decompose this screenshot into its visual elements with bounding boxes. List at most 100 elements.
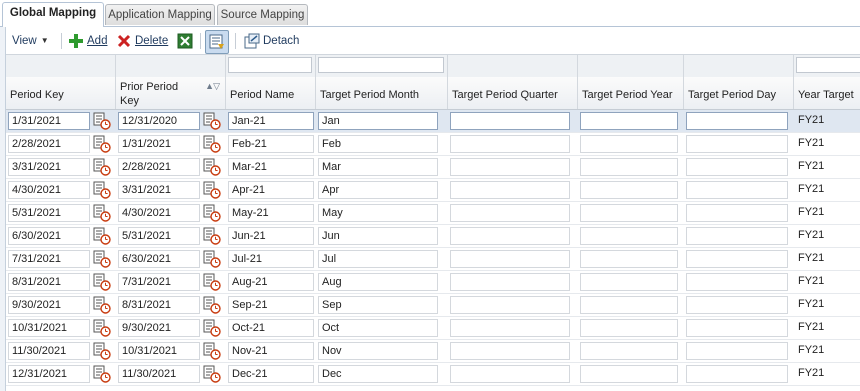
date-picker-icon[interactable] [203,135,221,153]
table-row[interactable]: 1/31/2021 12/31/2020 Jan-21 Jan FY21 [6,110,860,133]
target-quarter-field[interactable] [450,227,570,245]
query-by-example-toggle[interactable] [205,30,229,54]
date-picker-icon[interactable] [93,204,111,222]
prior-period-key-field[interactable]: 3/31/2021 [118,181,200,199]
target-month-field[interactable]: Nov [318,342,438,360]
date-picker-icon[interactable] [93,319,111,337]
target-month-field[interactable]: Mar [318,158,438,176]
table-row[interactable]: 2/28/2021 1/31/2021 Feb-21 Feb FY21 [6,133,860,156]
table-row[interactable]: 12/31/2021 11/30/2021 Dec-21 Dec FY21 [6,363,860,386]
delete-button[interactable]: Delete [116,29,168,53]
target-quarter-field[interactable] [450,158,570,176]
date-picker-icon[interactable] [203,204,221,222]
date-picker-icon[interactable] [203,342,221,360]
target-month-field[interactable]: Sep [318,296,438,314]
target-day-field[interactable] [686,296,788,314]
period-key-field[interactable]: 6/30/2021 [8,227,90,245]
target-quarter-field[interactable] [450,135,570,153]
prior-period-key-field[interactable]: 1/31/2021 [118,135,200,153]
target-quarter-field[interactable] [450,250,570,268]
prior-period-key-field[interactable]: 5/31/2021 [118,227,200,245]
date-picker-icon[interactable] [203,319,221,337]
target-day-field[interactable] [686,112,788,130]
period-name-field[interactable]: May-21 [228,204,314,222]
column-header-prior-period-key[interactable]: Prior Period Key ▲▽ [116,77,226,109]
table-row[interactable]: 11/30/2021 10/31/2021 Nov-21 Nov FY21 [6,340,860,363]
column-header-target-month[interactable]: Target Period Month [316,77,448,109]
period-key-field[interactable]: 2/28/2021 [8,135,90,153]
table-row[interactable]: 9/30/2021 8/31/2021 Sep-21 Sep FY21 [6,294,860,317]
target-month-field[interactable]: Feb [318,135,438,153]
add-button[interactable]: Add [68,29,107,53]
period-key-field[interactable]: 11/30/2021 [8,342,90,360]
period-key-field[interactable]: 9/30/2021 [8,296,90,314]
filter-input-period-name[interactable] [228,57,312,73]
date-picker-icon[interactable] [93,342,111,360]
date-picker-icon[interactable] [93,250,111,268]
date-picker-icon[interactable] [203,181,221,199]
date-picker-icon[interactable] [93,273,111,291]
period-key-field[interactable]: 1/31/2021 [8,112,90,130]
date-picker-icon[interactable] [203,112,221,130]
export-excel-button[interactable] [177,29,193,53]
period-key-field[interactable]: 12/31/2021 [8,365,90,383]
view-menu-button[interactable]: View ▼ [12,29,49,53]
target-year-field[interactable] [580,204,678,222]
column-header-year-target[interactable]: Year Target [794,77,860,109]
date-picker-icon[interactable] [203,250,221,268]
prior-period-key-field[interactable]: 6/30/2021 [118,250,200,268]
period-name-field[interactable]: Nov-21 [228,342,314,360]
target-year-field[interactable] [580,296,678,314]
period-name-field[interactable]: Oct-21 [228,319,314,337]
period-name-field[interactable]: Dec-21 [228,365,314,383]
target-year-field[interactable] [580,158,678,176]
table-row[interactable]: 4/30/2021 3/31/2021 Apr-21 Apr FY21 [6,179,860,202]
target-day-field[interactable] [686,135,788,153]
target-day-field[interactable] [686,181,788,199]
target-month-field[interactable]: Aug [318,273,438,291]
period-key-field[interactable]: 4/30/2021 [8,181,90,199]
target-quarter-field[interactable] [450,112,570,130]
period-name-field[interactable]: Jan-21 [228,112,314,130]
prior-period-key-field[interactable]: 12/31/2020 [118,112,200,130]
date-picker-icon[interactable] [93,227,111,245]
target-day-field[interactable] [686,365,788,383]
target-year-field[interactable] [580,135,678,153]
filter-input-year-target[interactable] [796,57,860,73]
target-day-field[interactable] [686,319,788,337]
prior-period-key-field[interactable]: 8/31/2021 [118,296,200,314]
table-row[interactable]: 6/30/2021 5/31/2021 Jun-21 Jun FY21 [6,225,860,248]
date-picker-icon[interactable] [203,365,221,383]
period-name-field[interactable]: Feb-21 [228,135,314,153]
target-month-field[interactable]: Jun [318,227,438,245]
date-picker-icon[interactable] [93,365,111,383]
table-row[interactable]: 8/31/2021 7/31/2021 Aug-21 Aug FY21 [6,271,860,294]
table-row[interactable]: 5/31/2021 4/30/2021 May-21 May FY21 [6,202,860,225]
period-name-field[interactable]: Jul-21 [228,250,314,268]
date-picker-icon[interactable] [93,296,111,314]
period-key-field[interactable]: 7/31/2021 [8,250,90,268]
target-quarter-field[interactable] [450,342,570,360]
target-day-field[interactable] [686,250,788,268]
target-month-field[interactable]: Jul [318,250,438,268]
date-picker-icon[interactable] [203,227,221,245]
date-picker-icon[interactable] [203,273,221,291]
prior-period-key-field[interactable]: 9/30/2021 [118,319,200,337]
period-key-field[interactable]: 5/31/2021 [8,204,90,222]
column-header-period-name[interactable]: Period Name [226,77,316,109]
prior-period-key-field[interactable]: 7/31/2021 [118,273,200,291]
target-quarter-field[interactable] [450,204,570,222]
date-picker-icon[interactable] [93,135,111,153]
target-quarter-field[interactable] [450,181,570,199]
target-month-field[interactable]: Jan [318,112,438,130]
detach-button[interactable]: Detach [244,29,299,53]
prior-period-key-field[interactable]: 4/30/2021 [118,204,200,222]
table-row[interactable]: 7/31/2021 6/30/2021 Jul-21 Jul FY21 [6,248,860,271]
date-picker-icon[interactable] [203,296,221,314]
column-header-period-key[interactable]: Period Key [6,77,116,109]
period-key-field[interactable]: 3/31/2021 [8,158,90,176]
tab-global-mapping[interactable]: Global Mapping [2,2,104,27]
target-year-field[interactable] [580,365,678,383]
filter-input-target-month[interactable] [318,57,444,73]
period-key-field[interactable]: 10/31/2021 [8,319,90,337]
